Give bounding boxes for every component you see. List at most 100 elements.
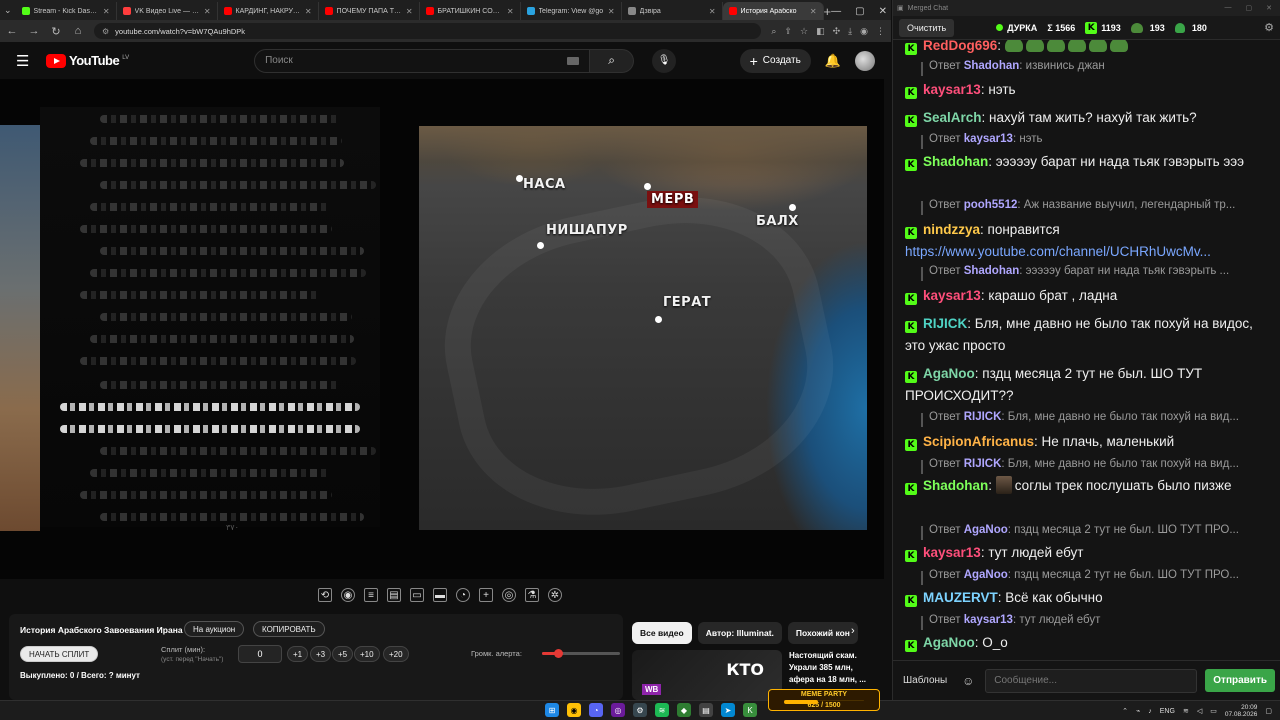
send-button[interactable]: Отправить (1205, 669, 1275, 692)
chat-username[interactable]: nindzzya (923, 222, 980, 237)
tab-close-icon[interactable]: ✕ (103, 7, 110, 16)
browser-tab[interactable]: Дзвіра ✕ (622, 2, 723, 20)
chat-username[interactable]: AgaNoo (923, 366, 975, 381)
auction-button[interactable]: На аукцион (184, 621, 245, 637)
zoom-icon[interactable]: ⌕ (771, 26, 776, 37)
reply-username[interactable]: RIJICK (964, 458, 1002, 470)
chevron-right-icon[interactable]: › (851, 625, 855, 637)
download-icon[interactable]: ⤓ (848, 26, 852, 37)
tab-close-icon[interactable]: ✕ (608, 7, 615, 16)
chat-username[interactable]: RIJICK (923, 316, 967, 331)
filter-chip[interactable]: Все видео (632, 622, 692, 644)
video-player[interactable]: ٣٧٠ НАСА МЕРВ БАЛХ НИШАПУР ГЕРАТ (0, 79, 884, 579)
app-icon[interactable]: ◆ (677, 703, 691, 717)
reply-username[interactable]: kaysar13 (964, 614, 1013, 626)
telegram-icon[interactable]: ➤ (721, 703, 735, 717)
reply-username[interactable]: kaysar13 (964, 133, 1013, 145)
menu-icon[interactable]: ⋮ (876, 26, 885, 37)
new-tab-button[interactable]: + (824, 4, 832, 19)
user-avatar[interactable] (855, 50, 875, 71)
chat-username[interactable]: RedDog696 (923, 40, 997, 53)
maximize-icon[interactable]: ▢ (1246, 4, 1253, 12)
kick-app-icon[interactable]: K (743, 703, 757, 717)
meme-party-widget[interactable]: MEME PARTY 625 / 1500 (768, 689, 880, 711)
miniplayer-icon[interactable]: ▭ (410, 588, 424, 602)
add-minutes-button[interactable]: +1 (287, 646, 309, 662)
folder-icon[interactable]: ▤ (699, 703, 713, 717)
network-icon[interactable]: ⌁ (1136, 707, 1140, 715)
tab-close-icon[interactable]: ✕ (406, 7, 413, 16)
browser-tab[interactable]: ПОЧЕМУ ПАПА ТЕБЯ ✕ (319, 2, 420, 20)
reload-icon[interactable]: ↻ (50, 25, 62, 38)
tab-close-icon[interactable]: ✕ (507, 7, 514, 16)
voice-search-button[interactable]: 🎙 (652, 48, 677, 73)
recommended-video-title[interactable]: Настоящий скам. Украли 385 млн, афера на… (789, 650, 875, 686)
browser-tab[interactable]: КАРДИНГ, НАКРУТКА ✕ (218, 2, 319, 20)
wifi-icon[interactable]: ≋ (1183, 707, 1189, 715)
tab-close-icon[interactable]: ✕ (709, 7, 716, 16)
clear-chat-button[interactable]: Очистить (899, 18, 955, 37)
steam-icon[interactable]: ⚙ (633, 703, 647, 717)
copy-button[interactable]: КОПИРОВАТЬ (253, 621, 325, 637)
chat-username[interactable]: kaysar13 (923, 545, 981, 560)
add-minutes-button[interactable]: +10 (354, 646, 380, 662)
chat-username[interactable]: ScipionAfricanus (923, 434, 1034, 449)
discord-icon[interactable]: ◔ (589, 703, 603, 717)
clock[interactable]: 20:09 07.08.2026 (1225, 704, 1258, 718)
browser-tab[interactable]: БРАТИШКИН СОЗДАЛ ✕ (420, 2, 521, 20)
keyboard-icon[interactable] (567, 56, 580, 65)
chat-username[interactable]: AgaNoo (923, 635, 975, 650)
maximize-icon[interactable]: ▢ (855, 6, 864, 17)
chat-username[interactable]: kaysar13 (923, 82, 981, 97)
speaker-icon[interactable]: ◁ (1197, 707, 1202, 715)
tab-close-icon[interactable]: ✕ (204, 7, 211, 16)
reply-username[interactable]: pooh5512 (964, 199, 1018, 211)
chat-username[interactable]: Shadohan (923, 478, 988, 493)
site-info-icon[interactable]: ⚙ (102, 27, 109, 36)
audio-icon[interactable]: ◉ (341, 588, 355, 602)
windows-start-icon[interactable]: ⊞ (545, 703, 559, 717)
templates-button[interactable]: Шаблоны (899, 671, 951, 690)
share-icon[interactable]: ⇪ (784, 26, 792, 37)
reply-username[interactable]: AgaNoo (964, 569, 1008, 581)
search-button[interactable]: ⌕ (590, 48, 635, 73)
speed-icon[interactable]: ◔ (456, 588, 470, 602)
flask-icon[interactable]: ⚗ (525, 588, 539, 602)
obs-icon[interactable]: ◎ (611, 703, 625, 717)
loop-icon[interactable]: ⟲ (318, 588, 332, 602)
chat-messages[interactable]: K RedDog696: Ответ Shadohan: извинись джа… (893, 40, 1280, 658)
url-field[interactable]: ⚙ youtube.com/watch?v=bW7QAu9hDPk (94, 23, 762, 39)
split-minutes-input[interactable]: 0 (238, 645, 282, 663)
chat-link[interactable]: https://www.youtube.com/channel/UCHRhUwc… (905, 244, 1211, 259)
chat-username[interactable]: kaysar13 (923, 288, 981, 303)
search-input[interactable]: Поиск (254, 48, 591, 73)
emoji-picker-icon[interactable]: ☺ (959, 674, 977, 688)
screenshot-icon[interactable]: ◎ (502, 588, 516, 602)
home-icon[interactable]: ⌂ (72, 25, 84, 37)
message-input[interactable]: Сообщение... (985, 668, 1198, 693)
filter-chip[interactable]: Автор: Illuminat. (697, 622, 782, 644)
add-icon[interactable]: + (479, 588, 493, 602)
browser-tab[interactable]: Telegram: View @go ✕ (521, 2, 622, 20)
clip-icon[interactable]: ▤ (387, 588, 401, 602)
spotify-icon[interactable]: ≋ (655, 703, 669, 717)
extension-icon[interactable]: ◧ (816, 26, 825, 37)
add-minutes-button[interactable]: +20 (383, 646, 409, 662)
tab-close-icon[interactable]: ✕ (810, 7, 817, 16)
subtitles-icon[interactable]: ≡ (364, 588, 378, 602)
chrome-icon[interactable]: ◉ (567, 703, 581, 717)
tray-chevron-icon[interactable]: ⌃ (1122, 707, 1128, 715)
chat-username[interactable]: SealArch (923, 110, 982, 125)
chat-username[interactable]: MAUZERVT (923, 590, 998, 605)
profile-icon[interactable]: ◉ (860, 26, 868, 37)
alert-volume-slider[interactable] (542, 649, 620, 658)
browser-tab[interactable]: VK Видео Live — стрим ✕ (117, 2, 218, 20)
browser-tab[interactable]: История Арабско ✕ (722, 2, 824, 20)
battery-icon[interactable]: ▭ (1210, 707, 1217, 715)
minimize-icon[interactable]: — (831, 6, 841, 17)
create-button[interactable]: + Создать (739, 48, 811, 73)
reply-username[interactable]: AgaNoo (964, 524, 1008, 536)
back-icon[interactable]: ← (6, 25, 18, 37)
close-icon[interactable]: ✕ (879, 6, 887, 17)
theater-icon[interactable]: ▬ (433, 588, 447, 602)
